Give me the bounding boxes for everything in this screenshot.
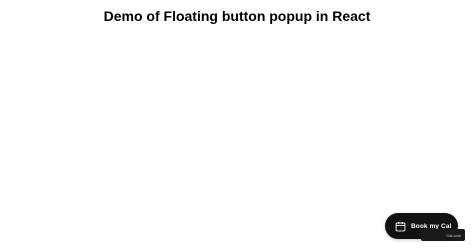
calendar-icon xyxy=(395,221,406,232)
page-title: Demo of Floating button popup in React xyxy=(103,8,371,24)
cal-badge[interactable]: Cal.com xyxy=(421,229,465,241)
cal-badge-text: Cal.com xyxy=(446,232,461,238)
page: Demo of Floating button popup in React B… xyxy=(0,0,474,248)
